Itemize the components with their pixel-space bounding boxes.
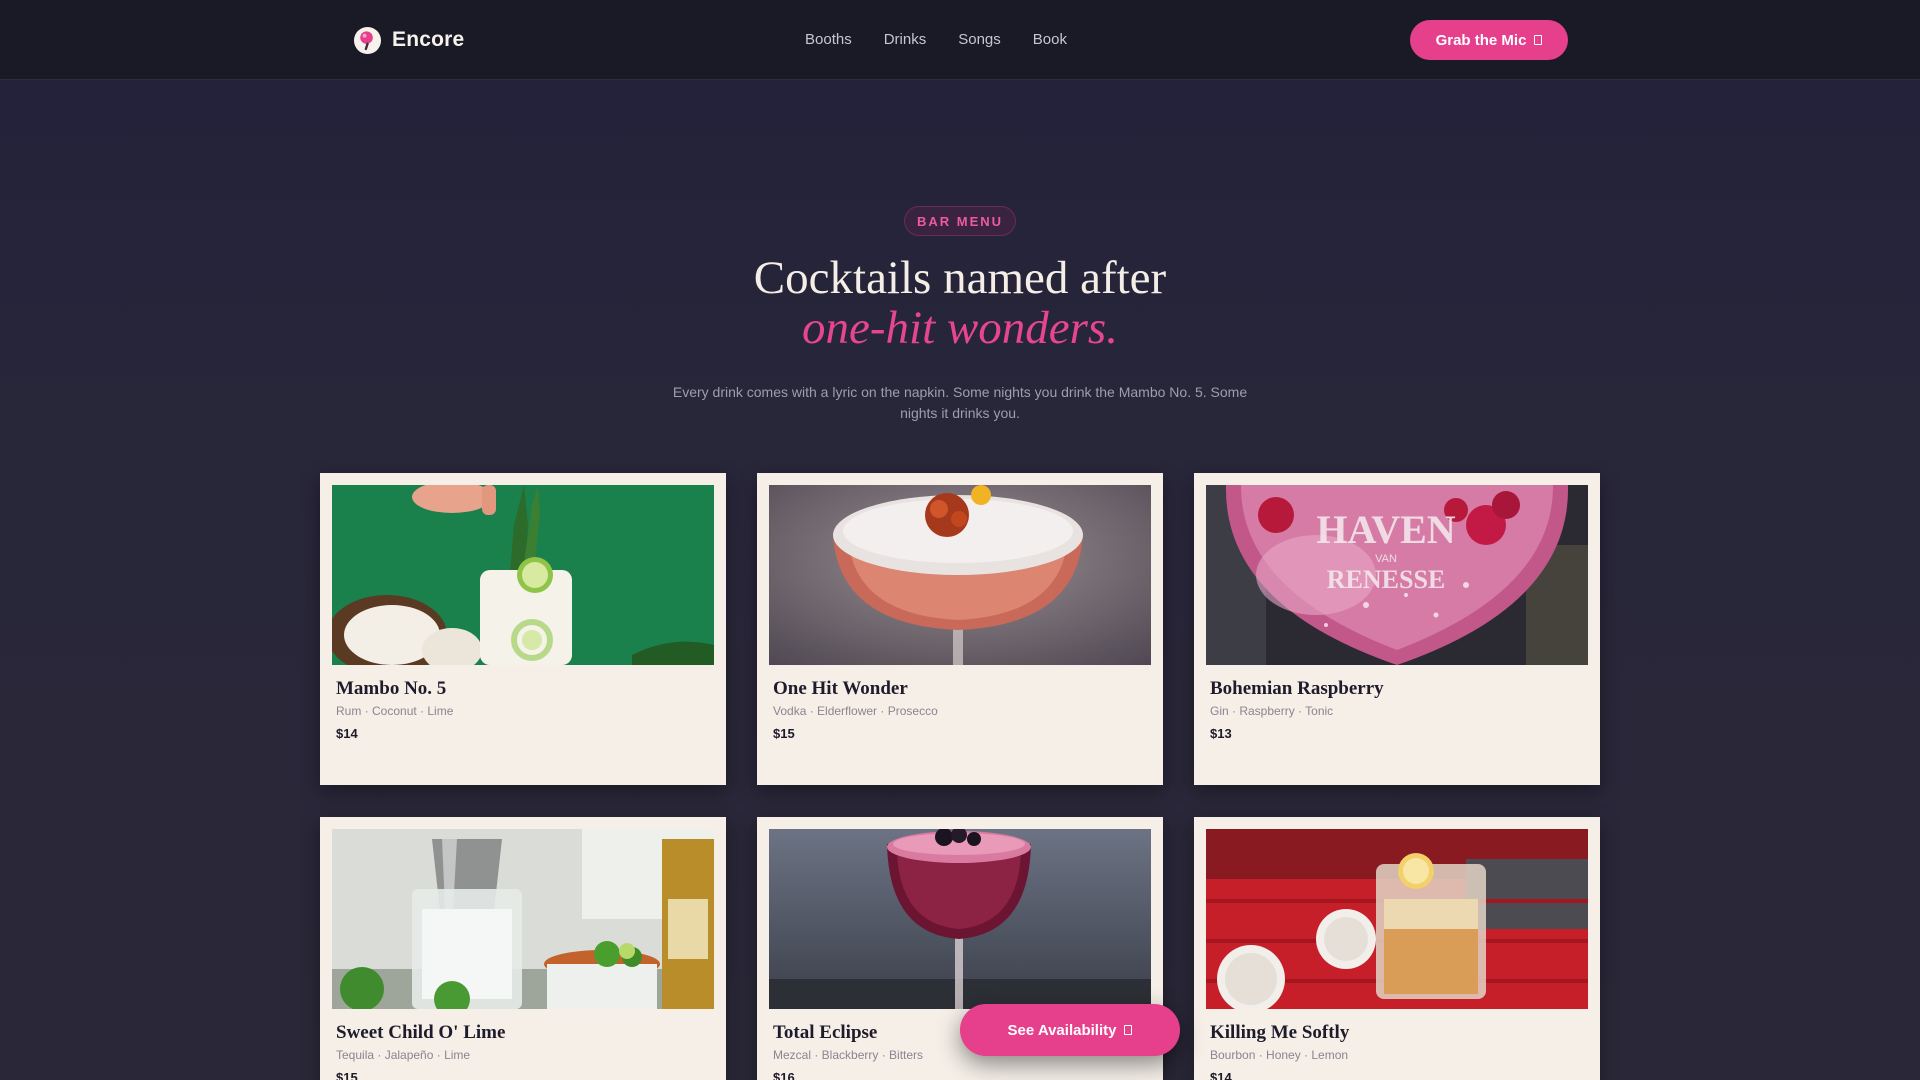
- coconut-cocktail-image: [332, 485, 714, 665]
- drink-card[interactable]: Killing Me Softly Bourbon · Honey · Lemo…: [1194, 817, 1600, 1080]
- drink-name: One Hit Wonder: [773, 678, 908, 699]
- drink-card[interactable]: One Hit Wonder Vodka · Elderflower · Pro…: [757, 473, 1163, 785]
- section-badge: BAR MENU: [904, 206, 1016, 236]
- drink-ingredients: Bourbon · Honey · Lemon: [1210, 1048, 1349, 1062]
- drink-card[interactable]: Sweet Child O' Lime Tequila · Jalapeño ·…: [320, 817, 726, 1080]
- whiskey-sour-image: [1206, 829, 1588, 1009]
- glass-brand-small-text: VAN: [1375, 553, 1397, 565]
- drink-price: $14: [1210, 1070, 1232, 1080]
- drink-price: $15: [336, 1070, 358, 1080]
- blackberry-cocktail-image: [769, 829, 1151, 1009]
- margarita-image: [332, 829, 714, 1009]
- hero-title: Cocktails named after: [753, 252, 1167, 304]
- microphone-logo-icon: [353, 26, 382, 54]
- see-availability-button[interactable]: See Availability: [960, 1004, 1180, 1056]
- gin-glass-image: HAVEN VAN RENESSE: [1206, 485, 1588, 665]
- brand-name: Encore: [392, 28, 465, 51]
- drink-photo: [332, 829, 714, 1009]
- drink-price: $15: [773, 726, 795, 741]
- drink-photo: HAVEN VAN RENESSE: [1206, 485, 1588, 665]
- grab-the-mic-label: Grab the Mic: [1435, 31, 1527, 49]
- drink-card[interactable]: HAVEN VAN RENESSE Bohemian Raspberry Gin…: [1194, 473, 1600, 785]
- main-nav: Booths Drinks Songs Book: [805, 29, 1099, 51]
- arrow-icon: [1534, 35, 1543, 45]
- drink-photo: [769, 485, 1151, 665]
- site-header: Encore Booths Drinks Songs Book Grab the…: [0, 0, 1920, 80]
- drink-price: $13: [1210, 726, 1232, 741]
- glass-brand-sub-text: RENESSE: [1327, 565, 1446, 594]
- drink-photo: [769, 829, 1151, 1009]
- drink-photo: [1206, 829, 1588, 1009]
- drink-ingredients: Gin · Raspberry · Tonic: [1210, 704, 1334, 718]
- drink-name: Sweet Child O' Lime: [336, 1022, 506, 1043]
- nav-link-booths[interactable]: Booths: [805, 29, 852, 51]
- drink-ingredients: Rum · Coconut · Lime: [336, 704, 454, 718]
- drink-name: Killing Me Softly: [1210, 1022, 1350, 1043]
- nav-link-book[interactable]: Book: [1033, 29, 1067, 51]
- drink-price: $14: [336, 726, 358, 741]
- drink-card[interactable]: Mambo No. 5 Rum · Coconut · Lime $14: [320, 473, 726, 785]
- drink-photo: [332, 485, 714, 665]
- arrow-icon: [1124, 1025, 1133, 1035]
- drink-ingredients: Tequila · Jalapeño · Lime: [336, 1048, 471, 1062]
- foam-cocktail-image: [769, 485, 1151, 665]
- drink-price: $16: [773, 1070, 795, 1080]
- drink-name: Mambo No. 5: [336, 678, 447, 699]
- hero-title-accent: one-hit wonders.: [802, 302, 1118, 354]
- nav-link-drinks[interactable]: Drinks: [884, 29, 927, 51]
- drink-ingredients: Vodka · Elderflower · Prosecco: [773, 704, 938, 718]
- brand[interactable]: Encore: [353, 24, 464, 56]
- drink-name: Bohemian Raspberry: [1210, 678, 1384, 699]
- see-availability-label: See Availability: [1007, 1021, 1117, 1039]
- glass-brand-text: HAVEN: [1316, 507, 1455, 552]
- grab-the-mic-button[interactable]: Grab the Mic: [1410, 20, 1568, 60]
- hero-subtitle: Every drink comes with a lyric on the na…: [672, 384, 1248, 421]
- nav-link-songs[interactable]: Songs: [958, 29, 1001, 51]
